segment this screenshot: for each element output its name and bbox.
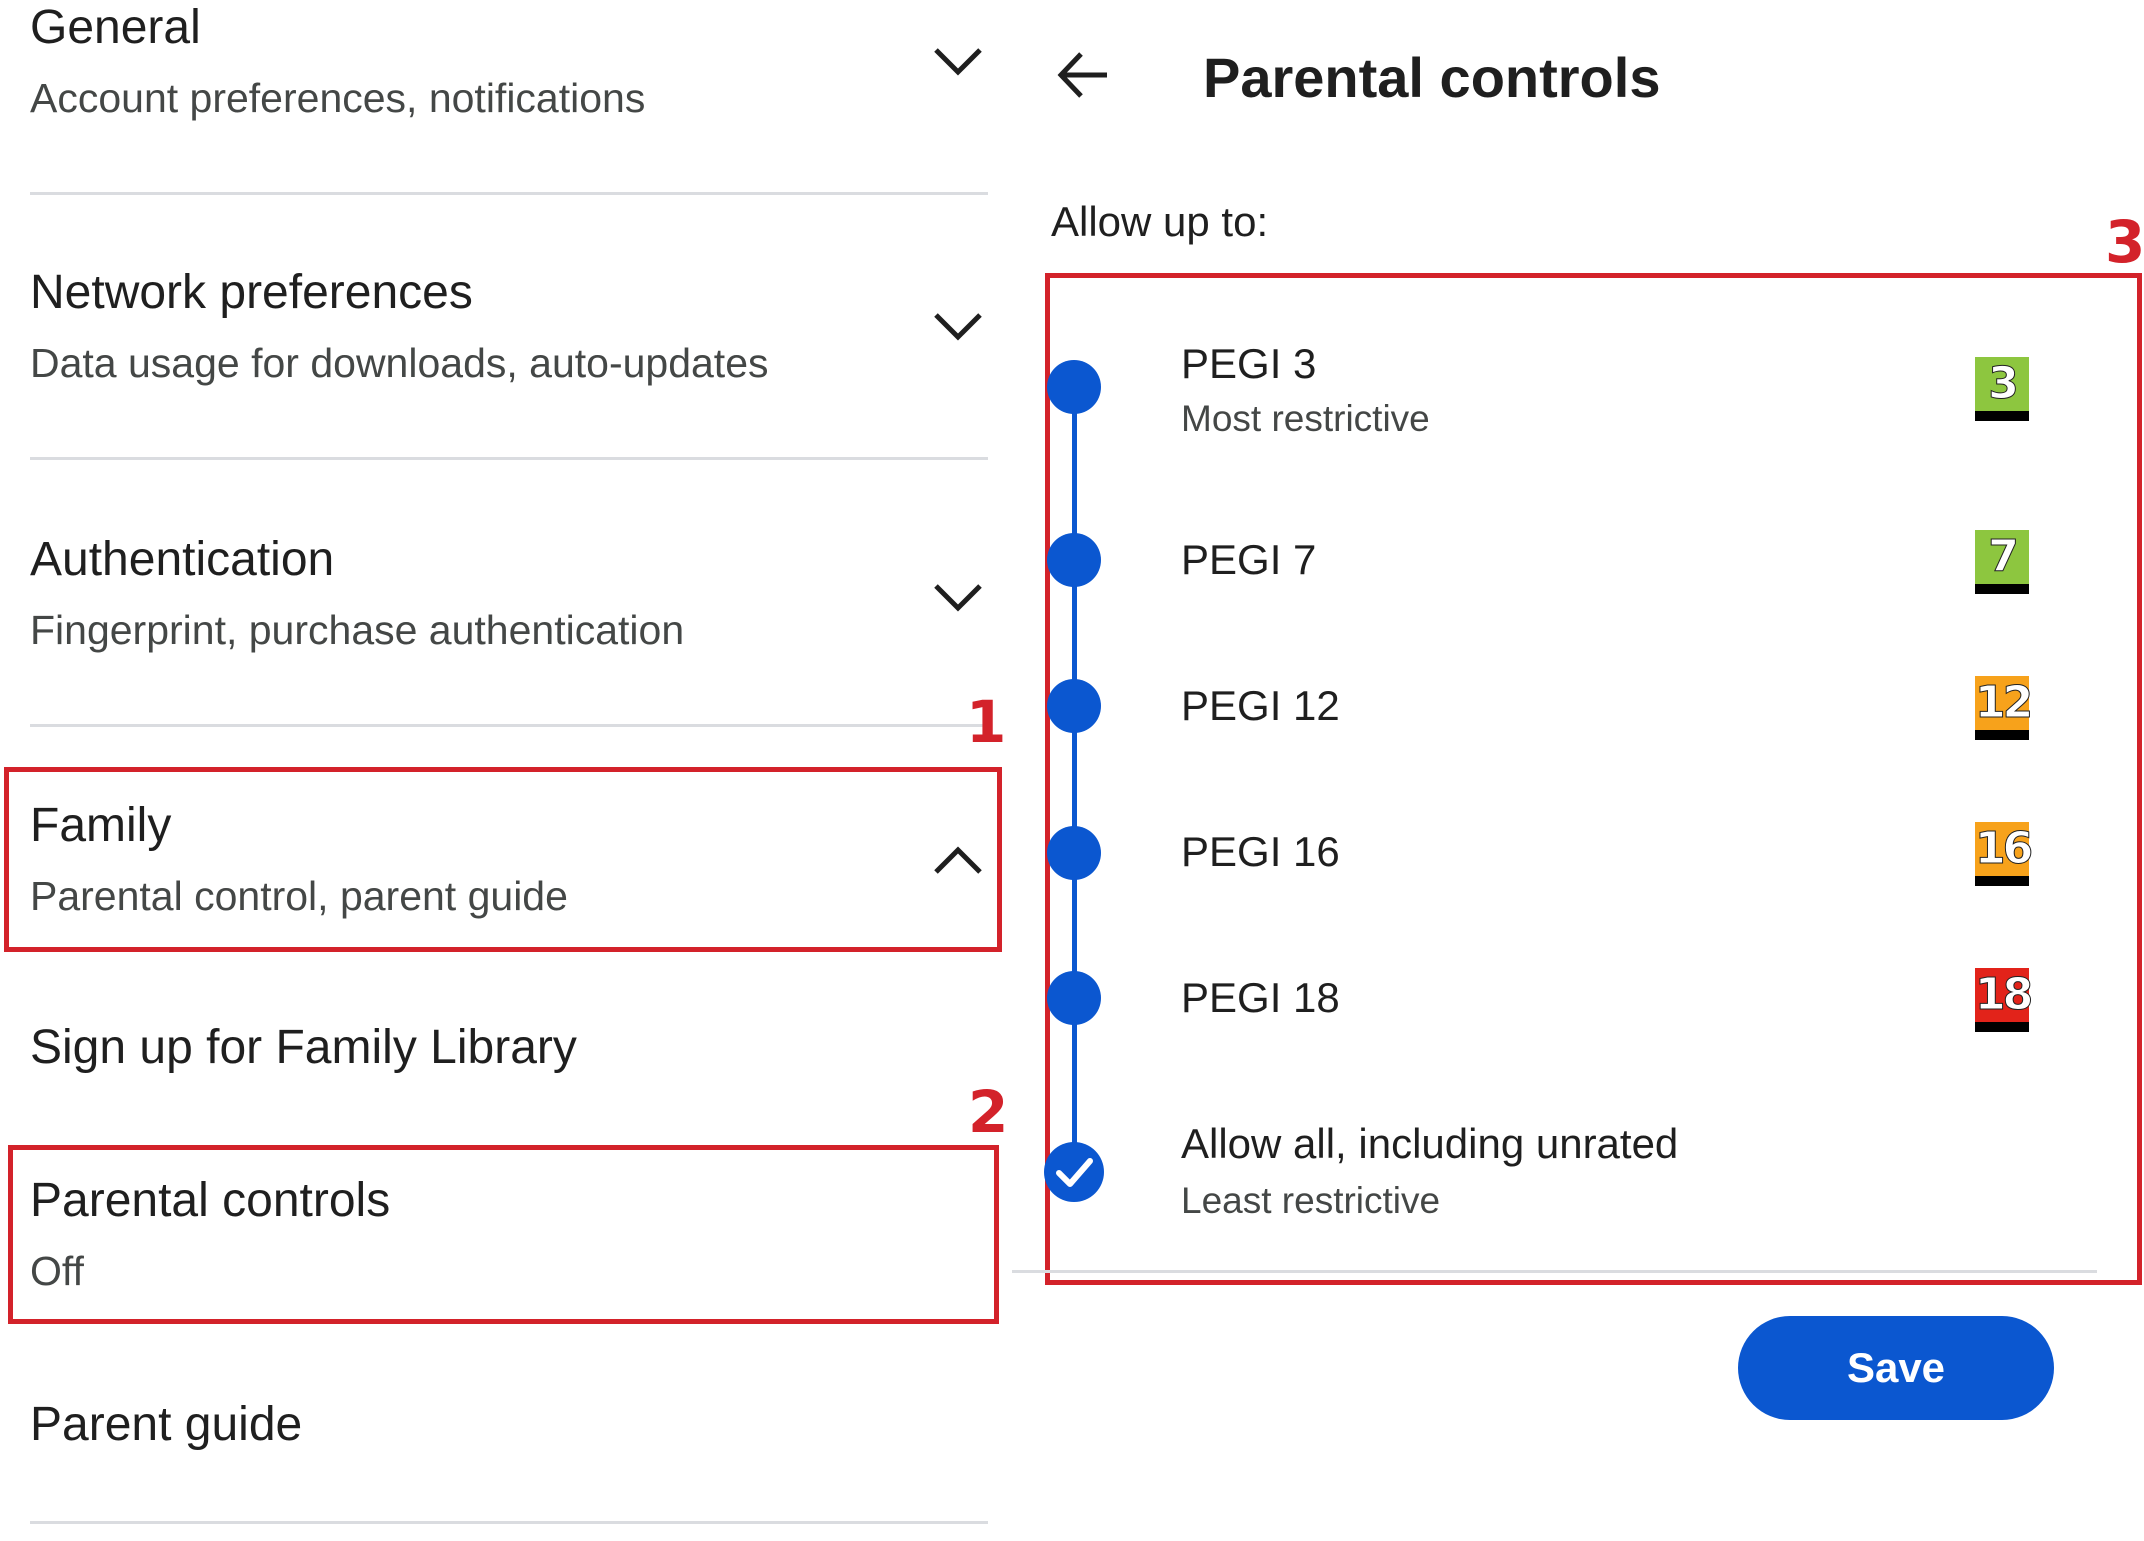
- divider: [30, 1521, 988, 1524]
- divider: [30, 457, 988, 460]
- network-subtitle: Data usage for downloads, auto-updates: [30, 340, 769, 386]
- radio-dot[interactable]: [1047, 360, 1101, 414]
- option-title: PEGI 3: [1181, 340, 1317, 387]
- family-subtitle: Parental control, parent guide: [30, 873, 568, 919]
- save-button[interactable]: Save: [1738, 1316, 2054, 1420]
- settings-item-general[interactable]: General Account preferences, notificatio…: [30, 0, 990, 150]
- chevron-down-icon[interactable]: [932, 580, 984, 616]
- pegi-3-badge-icon: 3: [1975, 357, 2029, 421]
- option-title: PEGI 16: [1181, 828, 1340, 875]
- radio-dot[interactable]: [1047, 971, 1101, 1025]
- annotation-number-1: 1: [966, 688, 1007, 756]
- divider: [1012, 1270, 2097, 1273]
- pegi-16-badge-icon: 16: [1975, 822, 2034, 886]
- pegi-badge-footer: [1975, 1022, 2029, 1032]
- authentication-subtitle: Fingerprint, purchase authentication: [30, 607, 685, 653]
- divider: [30, 724, 988, 727]
- chevron-up-icon[interactable]: [932, 842, 984, 878]
- settings-item-parental-controls[interactable]: Parental controls Off: [30, 1173, 990, 1313]
- family-title: Family: [30, 799, 172, 852]
- pegi-badge-footer: [1975, 411, 2029, 421]
- pegi-7-badge-icon: 7: [1975, 530, 2029, 594]
- radio-dot[interactable]: [1047, 679, 1101, 733]
- radio-dot[interactable]: [1047, 533, 1101, 587]
- page-title: Parental controls: [1203, 46, 1661, 109]
- settings-item-network[interactable]: Network preferences Data usage for downl…: [30, 265, 990, 415]
- authentication-title: Authentication: [30, 533, 335, 586]
- pegi-badge-footer: [1975, 584, 2029, 594]
- radio-dot[interactable]: [1047, 826, 1101, 880]
- pegi-badge-number: 12: [1975, 676, 2034, 730]
- option-title: PEGI 18: [1181, 974, 1340, 1021]
- back-arrow-icon[interactable]: [1055, 50, 1111, 100]
- parental-controls-status: Off: [30, 1248, 84, 1294]
- selected-radio[interactable]: [1044, 1142, 1104, 1202]
- pegi-12-badge-icon: 12: [1975, 676, 2034, 740]
- general-subtitle: Account preferences, notifications: [30, 75, 646, 121]
- chevron-down-icon[interactable]: [932, 309, 984, 345]
- family-library-title: Sign up for Family Library: [30, 1021, 577, 1074]
- pegi-badge-number: 18: [1975, 968, 2034, 1022]
- pegi-badge-footer: [1975, 730, 2029, 740]
- annotation-number-2: 2: [968, 1078, 1009, 1146]
- option-subtitle: Most restrictive: [1181, 398, 1430, 439]
- parental-controls-title: Parental controls: [30, 1174, 391, 1227]
- settings-item-authentication[interactable]: Authentication Fingerprint, purchase aut…: [30, 532, 990, 682]
- pegi-badge-footer: [1975, 876, 2029, 886]
- pegi-badge-number: 3: [1975, 357, 2029, 411]
- general-title: General: [30, 1, 201, 54]
- option-title: PEGI 7: [1181, 536, 1317, 583]
- settings-item-family[interactable]: Family Parental control, parent guide: [30, 798, 990, 948]
- pegi-badge-number: 7: [1975, 530, 2029, 584]
- pegi-badge-number: 16: [1975, 822, 2034, 876]
- divider: [30, 192, 988, 195]
- check-icon: [1056, 1158, 1093, 1187]
- chevron-down-icon[interactable]: [932, 44, 984, 80]
- settings-item-parent-guide[interactable]: Parent guide: [30, 1397, 990, 1477]
- network-title: Network preferences: [30, 266, 473, 319]
- option-title: Allow all, including unrated: [1181, 1120, 1679, 1167]
- parent-guide-title: Parent guide: [30, 1398, 303, 1451]
- rating-timeline-line: [1072, 390, 1077, 1170]
- allow-up-to-label: Allow up to:: [1051, 198, 1269, 245]
- option-title: PEGI 12: [1181, 682, 1340, 729]
- option-subtitle: Least restrictive: [1181, 1180, 1441, 1221]
- pegi-18-badge-icon: 18: [1975, 968, 2034, 1032]
- annotation-number-3: 3: [2105, 208, 2144, 276]
- settings-item-family-library[interactable]: Sign up for Family Library: [30, 1020, 990, 1100]
